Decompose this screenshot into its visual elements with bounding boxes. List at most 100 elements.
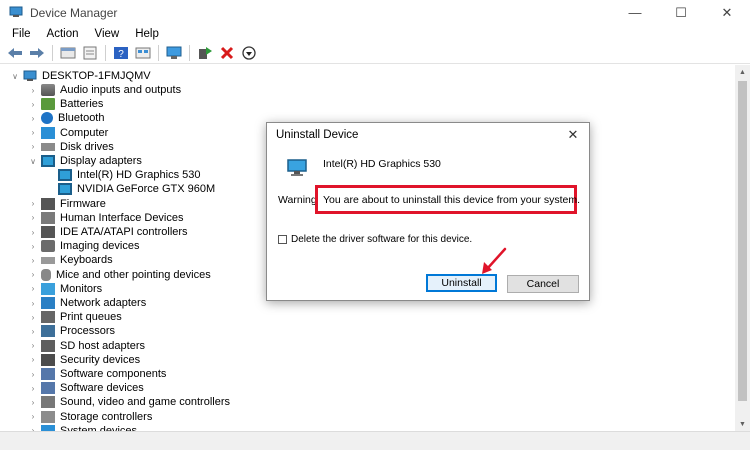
tree-category[interactable]: › Software components bbox=[28, 367, 166, 381]
delete-driver-checkbox[interactable]: Delete the driver software for this devi… bbox=[278, 234, 472, 245]
display-adapter-icon bbox=[287, 159, 307, 176]
dialog-close-button[interactable]: ✕ bbox=[564, 126, 582, 144]
collapse-chevron-icon[interactable]: › bbox=[28, 100, 38, 109]
tree-category[interactable]: › Network adapters bbox=[28, 296, 146, 310]
display-icon bbox=[41, 155, 55, 167]
menu-file[interactable]: File bbox=[4, 28, 39, 40]
uninstall-dialog: Uninstall Device ✕ Intel(R) HD Graphics … bbox=[266, 122, 590, 301]
dialog-title: Uninstall Device bbox=[276, 129, 359, 141]
svg-text:?: ? bbox=[118, 49, 124, 60]
collapse-chevron-icon[interactable]: › bbox=[28, 299, 38, 308]
dialog-warning-message: You are about to uninstall this device f… bbox=[323, 193, 580, 206]
tree-device[interactable]: NVIDIA GeForce GTX 960M bbox=[58, 182, 215, 196]
menu-help[interactable]: Help bbox=[127, 28, 167, 40]
sw-icon bbox=[41, 368, 55, 380]
tree-category[interactable]: › Batteries bbox=[28, 97, 103, 111]
collapse-chevron-icon[interactable]: › bbox=[28, 213, 38, 222]
collapse-chevron-icon[interactable]: › bbox=[28, 355, 38, 364]
tree-category[interactable]: › Security devices bbox=[28, 353, 140, 367]
expand-chevron-icon[interactable]: ∨ bbox=[28, 157, 38, 166]
collapse-chevron-icon[interactable]: › bbox=[28, 142, 38, 151]
collapse-chevron-icon[interactable]: › bbox=[28, 327, 38, 336]
vertical-scrollbar[interactable]: ▲ ▼ bbox=[735, 65, 750, 431]
close-button[interactable]: ✕ bbox=[704, 0, 750, 25]
collapse-chevron-icon[interactable]: › bbox=[28, 384, 38, 393]
hid-icon bbox=[41, 211, 55, 224]
add-driver-icon[interactable] bbox=[196, 45, 214, 61]
tree-category[interactable]: › Computer bbox=[28, 126, 108, 140]
tree-device[interactable]: Intel(R) HD Graphics 530 bbox=[58, 168, 201, 182]
collapse-chevron-icon[interactable]: › bbox=[28, 398, 38, 407]
collapse-chevron-icon[interactable]: › bbox=[28, 86, 38, 95]
forward-icon[interactable] bbox=[28, 45, 46, 61]
disk-icon bbox=[41, 142, 55, 151]
tree-item-label: NVIDIA GeForce GTX 960M bbox=[77, 183, 216, 196]
uninstall-button[interactable]: Uninstall bbox=[426, 274, 497, 292]
collapse-chevron-icon[interactable]: › bbox=[28, 199, 38, 208]
tree-category[interactable]: › Monitors bbox=[28, 282, 102, 296]
tree-category[interactable]: › Print queues bbox=[28, 310, 122, 324]
tree-category[interactable]: › Sound, video and game controllers bbox=[28, 395, 230, 409]
update-driver-icon[interactable] bbox=[134, 45, 152, 61]
sw-icon bbox=[41, 382, 55, 395]
collapse-chevron-icon[interactable]: › bbox=[28, 256, 38, 265]
scroll-up-icon[interactable]: ▲ bbox=[735, 65, 750, 79]
collapse-chevron-icon[interactable]: › bbox=[28, 114, 38, 123]
tree-item-label: Network adapters bbox=[60, 297, 147, 309]
scan-hardware-icon[interactable] bbox=[165, 45, 183, 61]
maximize-button[interactable]: ☐ bbox=[658, 0, 704, 25]
tree-category[interactable]: › System devices bbox=[28, 424, 137, 431]
tree-category[interactable]: › Processors bbox=[28, 324, 115, 338]
scroll-down-icon[interactable]: ▼ bbox=[735, 417, 750, 431]
tree-root-label: DESKTOP-1FMJQMV bbox=[42, 70, 151, 82]
menu-action[interactable]: Action bbox=[39, 28, 87, 40]
tree-category[interactable]: › Human Interface Devices bbox=[28, 211, 184, 225]
collapse-chevron-icon[interactable]: › bbox=[28, 270, 38, 279]
collapse-chevron-icon[interactable]: › bbox=[28, 228, 38, 237]
tree-category[interactable]: › SD host adapters bbox=[28, 339, 145, 353]
tree-category[interactable]: › Audio inputs and outputs bbox=[28, 83, 181, 97]
uninstall-icon[interactable] bbox=[218, 45, 236, 61]
cancel-button[interactable]: Cancel bbox=[507, 275, 579, 293]
tree-root[interactable]: ∨ DESKTOP-1FMJQMV bbox=[10, 69, 151, 83]
show-hidden-icon[interactable] bbox=[81, 45, 99, 61]
back-icon[interactable] bbox=[6, 45, 24, 61]
collapse-chevron-icon[interactable]: › bbox=[28, 242, 38, 251]
disable-icon[interactable] bbox=[240, 45, 258, 61]
title-bar: Device Manager — ☐ ✕ bbox=[0, 0, 750, 25]
collapse-chevron-icon[interactable]: › bbox=[28, 128, 38, 137]
collapse-chevron-icon[interactable]: › bbox=[28, 370, 38, 379]
properties-icon[interactable] bbox=[59, 45, 77, 61]
collapse-chevron-icon[interactable]: › bbox=[28, 341, 38, 350]
toolbar-separator bbox=[52, 44, 53, 61]
scroll-thumb[interactable] bbox=[738, 81, 747, 401]
collapse-chevron-icon[interactable]: › bbox=[28, 412, 38, 421]
tree-category[interactable]: › Keyboards bbox=[28, 253, 113, 267]
checkbox-box[interactable] bbox=[278, 235, 287, 244]
tree-item-label: Human Interface Devices bbox=[60, 211, 184, 224]
tree-item-label: Batteries bbox=[60, 98, 104, 111]
storage-icon bbox=[41, 410, 55, 423]
menu-view[interactable]: View bbox=[87, 28, 128, 40]
tree-item-label: Software devices bbox=[60, 382, 144, 395]
tree-category[interactable]: › Storage controllers bbox=[28, 410, 152, 424]
status-bar bbox=[0, 431, 750, 450]
help-icon[interactable]: ? bbox=[112, 45, 130, 61]
collapse-chevron-icon[interactable]: › bbox=[28, 284, 38, 293]
tree-category[interactable]: › Mice and other pointing devices bbox=[28, 268, 211, 282]
tree-item-label: Keyboards bbox=[60, 254, 113, 267]
tree-category[interactable]: › Bluetooth bbox=[28, 111, 104, 125]
keyboard-icon bbox=[41, 256, 55, 264]
tree-category[interactable]: ∨ Display adapters bbox=[28, 154, 142, 168]
tree-category[interactable]: › Software devices bbox=[28, 381, 144, 395]
tree-category[interactable]: › Firmware bbox=[28, 197, 106, 211]
collapse-chevron-icon[interactable]: › bbox=[28, 313, 38, 322]
network-icon bbox=[41, 297, 55, 309]
tree-item-label: Disk drives bbox=[60, 140, 114, 153]
tree-category[interactable]: › Imaging devices bbox=[28, 239, 140, 253]
tree-category[interactable]: › Disk drives bbox=[28, 140, 114, 154]
tree-category[interactable]: › IDE ATA/ATAPI controllers bbox=[28, 225, 188, 239]
minimize-button[interactable]: — bbox=[612, 0, 658, 25]
expand-chevron-icon[interactable]: ∨ bbox=[10, 72, 20, 81]
tree-item-label: Monitors bbox=[60, 282, 103, 295]
